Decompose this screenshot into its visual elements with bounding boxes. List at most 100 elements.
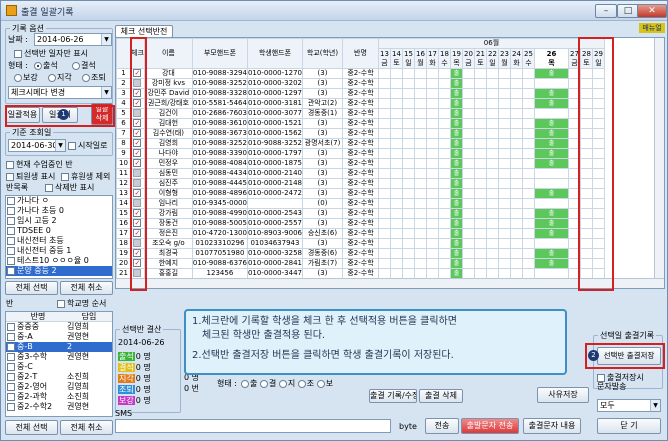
attendance-empty[interactable] [425,188,439,199]
select-all-button[interactable]: 전체 선택 [5,281,58,295]
attendance-empty[interactable] [473,258,487,269]
attendance-empty[interactable] [579,248,593,259]
attendance-present[interactable]: 출 [449,78,463,89]
class-list-item[interactable]: 임시 고등 2 [6,216,112,226]
attendance-empty[interactable] [567,168,581,179]
attendance-empty[interactable] [377,108,391,119]
day-header[interactable]: 23 월 [497,48,511,69]
attendance-empty[interactable] [521,138,535,149]
attendance-empty[interactable] [473,98,487,109]
attendance-empty[interactable] [389,258,403,269]
attendance-empty[interactable] [591,98,605,109]
show-deleted-class-checkbox[interactable]: 삭제반 표시 [45,183,94,193]
radio-makeup[interactable]: 보강 [14,73,38,83]
table-row[interactable]: 1 ✓ 강대 010-9088-3294 010-0000-1270 (3) 중2-수학 출 출 [116,68,605,79]
attendance-empty[interactable] [591,218,605,229]
attendance-empty[interactable] [509,248,523,259]
attendance-empty[interactable] [567,228,581,239]
attendance-empty[interactable] [425,78,439,89]
attendance-empty[interactable] [461,98,475,109]
class-list-item[interactable]: 내신전터 초등 [6,236,112,246]
attendance-empty[interactable] [485,118,499,129]
attendance-empty[interactable] [533,268,569,279]
query-date-input[interactable]: 2014-06-30 ▼ [8,139,66,152]
attendance-empty[interactable] [485,168,499,179]
day-header[interactable]: 14 토 [389,48,403,69]
chevron-down-icon[interactable]: ▼ [55,140,65,151]
attendance-empty[interactable] [591,228,605,239]
class-item-checkbox[interactable] [7,256,15,265]
table-row[interactable]: 21 홍홍길 123456 010-0000-3447 (3) 중2-수학 출 [116,268,605,279]
attendance-empty[interactable] [591,78,605,89]
grid-horizontal-scrollbar[interactable] [116,278,664,288]
attendance-empty[interactable] [521,68,535,79]
attendance-empty[interactable] [579,138,593,149]
attendance-empty[interactable] [425,198,439,209]
attendance-present[interactable]: 출 [449,108,463,119]
attendance-empty[interactable] [377,118,391,129]
class-row-checkbox[interactable] [7,382,15,391]
class-row-checkbox[interactable] [7,372,15,381]
attendance-empty[interactable] [497,78,511,89]
attendance-empty[interactable] [473,168,487,179]
attendance-empty[interactable] [413,238,427,249]
class-list-item[interactable]: 가나다 초등 0 [6,206,112,216]
attendance-empty[interactable] [425,148,439,159]
attendance-empty[interactable] [509,148,523,159]
class-row[interactable]: 중중중 김영희 [6,322,112,332]
attendance-empty[interactable] [425,138,439,149]
attendance-empty[interactable] [461,148,475,159]
attendance-empty[interactable] [497,138,511,149]
attendance-empty[interactable] [425,208,439,219]
attendance-empty[interactable] [485,248,499,259]
attendance-empty[interactable] [413,208,427,219]
attendance-empty[interactable] [521,108,535,119]
attendance-empty[interactable] [461,238,475,249]
table-row[interactable]: 8 ✓ 김영희 010-9088-3252 010-9088-3252 광명서초(7) 중2… [116,138,605,149]
change-select-dropdown[interactable]: 체크시메다 변경 ▼ [8,86,112,99]
attendance-empty[interactable] [533,168,569,179]
row-checkbox-cell[interactable] [130,238,145,249]
attendance-empty[interactable] [377,258,391,269]
attendance-empty[interactable] [567,178,581,189]
attendance-empty[interactable] [521,228,535,239]
attendance-empty[interactable] [413,158,427,169]
attendance-empty[interactable] [509,88,523,99]
day-header[interactable]: 22 일 [485,48,499,69]
attendance-empty[interactable] [509,128,523,139]
row-checkbox-cell[interactable] [130,178,145,189]
attendance-empty[interactable] [473,148,487,159]
row-checkbox-cell[interactable] [130,108,145,119]
attendance-empty[interactable] [473,88,487,99]
attendance-empty[interactable] [473,128,487,139]
attendance-present[interactable]: 출 [533,98,569,109]
attendance-empty[interactable] [461,248,475,259]
attendance-empty[interactable] [591,248,605,259]
attendance-empty[interactable] [473,78,487,89]
attendance-empty[interactable] [579,118,593,129]
attendance-empty[interactable] [389,218,403,229]
class-row-checkbox[interactable] [7,392,15,401]
attendance-empty[interactable] [579,68,593,79]
attendance-empty[interactable] [485,198,499,209]
class-row[interactable]: 중-A 권영현 [6,332,112,342]
attendance-empty[interactable] [579,88,593,99]
attendance-empty[interactable] [401,258,415,269]
attendance-empty[interactable] [401,198,415,209]
attendance-empty[interactable] [461,128,475,139]
row-checkbox-cell[interactable]: ✓ [130,128,145,139]
attendance-empty[interactable] [401,228,415,239]
row-checkbox[interactable]: ✓ [133,139,142,147]
table-row[interactable]: 12 심진주 010-9088-4445 010-0000-2148 (3) 중2-수학 출 [116,178,605,189]
attendance-empty[interactable] [413,188,427,199]
row-checkbox[interactable]: ✓ [133,159,142,167]
attendance-empty[interactable] [437,68,451,79]
class-list-item[interactable]: 테스트10 ㅇㅇㅇ율 0 [6,256,112,266]
attendance-empty[interactable] [461,268,475,279]
attendance-empty[interactable] [521,88,535,99]
attendance-empty[interactable] [521,268,535,279]
attendance-empty[interactable] [579,108,593,119]
attendance-empty[interactable] [509,198,523,209]
attendance-empty[interactable] [377,238,391,249]
row-checkbox[interactable] [133,79,142,87]
